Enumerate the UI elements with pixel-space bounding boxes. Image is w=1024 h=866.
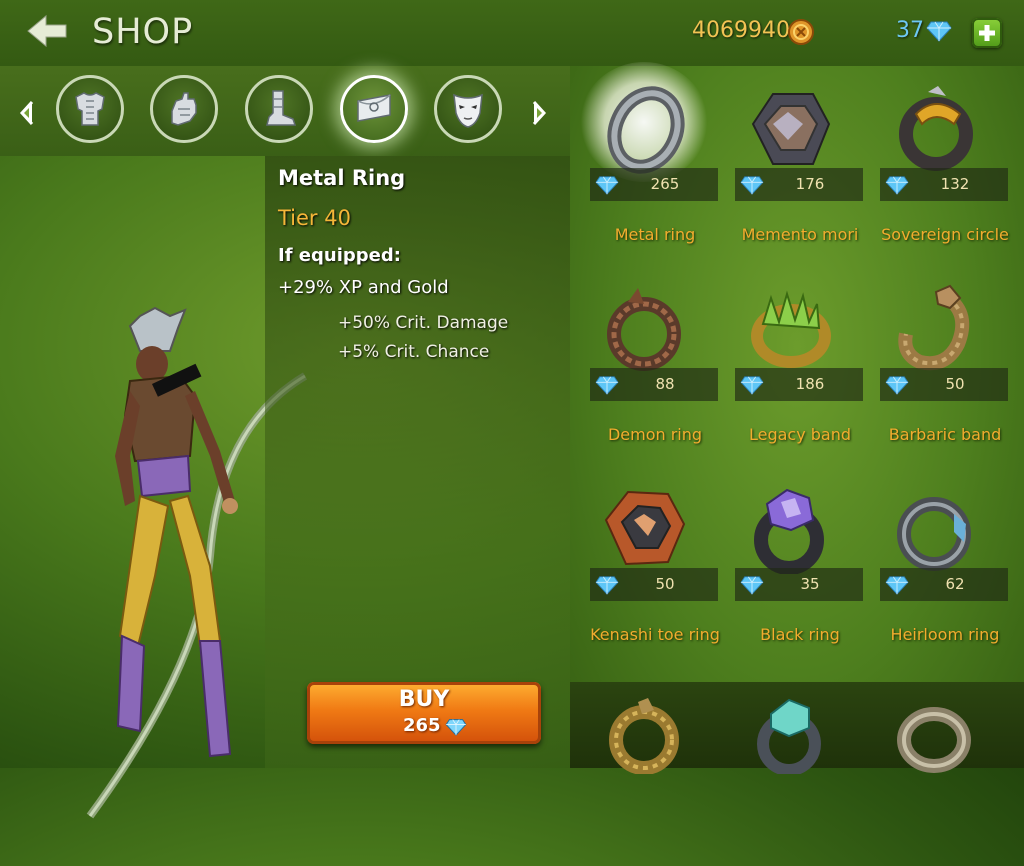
sovereign-circle-ring-icon — [899, 86, 973, 171]
crystal-ring-icon — [757, 698, 821, 774]
price-bar: 132 — [880, 168, 1008, 201]
stone-ring-icon — [897, 707, 971, 773]
item-cell-row4-2[interactable] — [715, 666, 860, 866]
item-price: 62 — [945, 575, 965, 593]
category-bar — [0, 66, 570, 156]
add-gems-button[interactable] — [972, 18, 1002, 48]
gauntlet-icon — [171, 92, 197, 126]
buy-price: 265 — [403, 715, 441, 736]
heirloom-ring-icon — [897, 497, 971, 571]
diamond-icon — [740, 576, 764, 595]
diamond-icon — [740, 176, 764, 195]
item-price: 176 — [795, 175, 825, 193]
top-bar: SHOP 4069940 37 — [0, 0, 1024, 66]
tab-masks[interactable] — [434, 75, 502, 143]
item-price: 50 — [945, 375, 965, 393]
item-cell-legacy-band[interactable]: 186 Legacy band — [715, 266, 863, 466]
diamond-icon — [595, 176, 619, 195]
item-cell-black-ring[interactable]: 35 Black ring — [715, 466, 863, 666]
equipped-label: If equipped: — [278, 245, 401, 266]
category-prev-icon[interactable] — [18, 100, 36, 126]
demon-ring-icon — [607, 288, 681, 371]
black-ring-icon — [754, 488, 824, 574]
back-arrow-icon — [27, 14, 67, 48]
category-next-icon[interactable] — [530, 100, 548, 126]
boot-icon — [266, 90, 297, 126]
tab-rings[interactable] — [340, 75, 408, 143]
tab-gloves[interactable] — [150, 75, 218, 143]
gold-ring-icon — [609, 698, 679, 774]
item-price: 265 — [650, 175, 680, 193]
item-price: 35 — [800, 575, 820, 593]
memento-mori-ring-icon — [751, 93, 831, 165]
diamond-icon — [595, 376, 619, 395]
tab-boots[interactable] — [245, 75, 313, 143]
kenashi-toe-ring-icon — [604, 490, 686, 566]
item-cell-kenashi-toe-ring[interactable]: 50 Kenashi toe ring — [570, 466, 720, 666]
diamond-icon — [885, 176, 909, 195]
tab-armor[interactable] — [56, 75, 124, 143]
buy-button[interactable]: BUY 265 — [307, 682, 541, 744]
price-bar: 186 — [735, 368, 863, 401]
item-cell-row4-1[interactable] — [570, 666, 715, 866]
item-cell-row4-3[interactable] — [860, 666, 1005, 866]
buy-label: BUY — [398, 687, 450, 712]
item-name: Metal Ring — [278, 166, 406, 190]
diamond-icon — [885, 376, 909, 395]
item-tier: Tier 40 — [278, 206, 351, 230]
item-cell-demon-ring[interactable]: 88 Demon ring — [570, 266, 718, 466]
item-details-panel: Metal Ring Tier 40 If equipped: +29% XP … — [265, 156, 570, 768]
item-cell-metal-ring[interactable]: 265 Metal ring — [570, 62, 718, 266]
item-cell-sovereign-circle[interactable]: 132 Sovereign circle — [860, 66, 1009, 266]
gold-coin-icon — [788, 19, 814, 45]
stat-line: +50% Crit. Damage — [338, 313, 509, 333]
diamond-icon — [885, 576, 909, 595]
item-price: 50 — [655, 575, 675, 593]
back-button[interactable] — [26, 14, 70, 48]
stat-line: +29% XP and Gold — [278, 277, 449, 298]
stat-line: +5% Crit. Chance — [338, 342, 490, 362]
price-bar: 176 — [735, 168, 863, 201]
item-name: Sovereign circle — [881, 225, 1009, 244]
metal-ring-icon — [607, 86, 685, 174]
character-preview — [0, 156, 308, 819]
gem-count: 37 — [896, 18, 924, 43]
price-bar: 62 — [880, 568, 1008, 601]
ring-icon — [357, 94, 391, 122]
item-price: 186 — [795, 375, 825, 393]
diamond-icon — [595, 576, 619, 595]
diamond-icon — [740, 376, 764, 395]
item-name: Barbaric band — [888, 425, 1002, 444]
diamond-icon — [926, 21, 952, 42]
page-title: SHOP — [92, 12, 194, 52]
item-price: 132 — [940, 175, 970, 193]
price-bar: 50 — [590, 568, 718, 601]
gold-count: 4069940 — [692, 18, 790, 43]
item-name: Heirloom ring — [890, 625, 1000, 644]
item-price: 88 — [655, 375, 675, 393]
legacy-band-ring-icon — [751, 290, 831, 368]
item-grid: 265 Metal ring 176 Memento mori 132 Sove… — [570, 62, 1024, 774]
diamond-icon — [445, 719, 467, 736]
item-cell-barbaric-band[interactable]: 50 Barbaric band — [860, 266, 1008, 466]
price-bar: 50 — [880, 368, 1008, 401]
item-cell-heirloom-ring[interactable]: 62 Heirloom ring — [860, 466, 1008, 666]
price-bar: 88 — [590, 368, 718, 401]
item-cell-memento-mori[interactable]: 176 Memento mori — [715, 66, 863, 266]
barbaric-band-ring-icon — [898, 284, 970, 371]
mask-icon — [453, 93, 483, 128]
price-bar: 265 — [590, 168, 718, 201]
price-bar: 35 — [735, 568, 863, 601]
armor-icon — [75, 92, 105, 126]
